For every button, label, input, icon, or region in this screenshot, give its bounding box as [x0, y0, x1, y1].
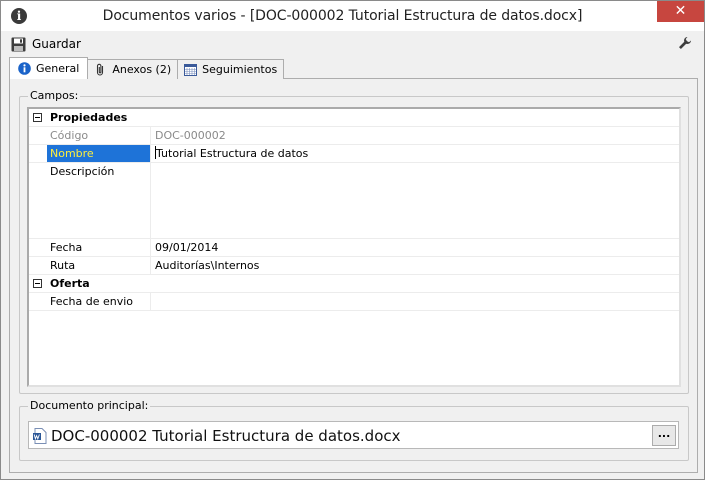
category-row-oferta[interactable]: Oferta: [29, 275, 679, 293]
property-row-codigo[interactable]: Código DOC-000002: [29, 127, 679, 145]
property-row-descripcion[interactable]: Descripción: [29, 163, 679, 239]
property-value-editor[interactable]: Tutorial Estructura de datos: [151, 145, 679, 162]
property-name: Ruta: [47, 257, 151, 274]
tab-label: Seguimientos: [202, 63, 278, 76]
property-value[interactable]: 09/01/2014: [151, 239, 679, 256]
main-document-filename: DOC-000002 Tutorial Estructura de datos.…: [51, 427, 401, 445]
document-window: i Documentos varios - [DOC-000002 Tutori…: [0, 0, 705, 480]
toolbar: Guardar: [1, 31, 704, 55]
property-value: DOC-000002: [155, 129, 226, 142]
main-document-label: Documento principal:: [28, 399, 151, 412]
property-name: Descripción: [47, 163, 151, 238]
close-button[interactable]: ✕: [657, 1, 704, 22]
category-row-propiedades[interactable]: Propiedades: [29, 109, 679, 127]
tab-seguimientos[interactable]: Seguimientos: [177, 59, 285, 79]
property-row-nombre[interactable]: Nombre Tutorial Estructura de datos: [29, 145, 679, 163]
tab-general[interactable]: General: [9, 57, 89, 79]
tab-strip: General Anexos (2) Seguimientos: [9, 57, 285, 79]
floppy-disk-icon: [11, 37, 26, 51]
property-value[interactable]: [151, 293, 679, 310]
save-button[interactable]: Guardar: [11, 35, 81, 53]
property-row-fecha-envio[interactable]: Fecha de envio: [29, 293, 679, 311]
property-name: Código: [47, 127, 151, 144]
save-label: Guardar: [32, 37, 81, 51]
collapse-icon[interactable]: [33, 279, 42, 288]
main-document-field[interactable]: DOC-000002 Tutorial Estructura de datos.…: [28, 421, 679, 449]
window-title: Documentos varios - [DOC-000002 Tutorial…: [102, 8, 583, 24]
word-document-icon: [33, 428, 47, 444]
title-bar[interactable]: i Documentos varios - [DOC-000002 Tutori…: [1, 1, 704, 31]
property-row-fecha[interactable]: Fecha 09/01/2014: [29, 239, 679, 257]
tab-label: General: [36, 62, 80, 75]
browse-button[interactable]: ...: [652, 425, 676, 446]
property-value-text: Tutorial Estructura de datos: [156, 147, 309, 160]
collapse-icon[interactable]: [33, 113, 42, 122]
property-value[interactable]: [151, 163, 679, 238]
property-name: Nombre: [47, 145, 151, 162]
property-grid: Propiedades Código DOC-000002 Nombre Tut…: [27, 107, 681, 387]
fields-group-label: Campos:: [28, 89, 81, 102]
calendar-icon: [184, 64, 198, 76]
tab-anexos[interactable]: Anexos (2): [87, 59, 179, 79]
property-value[interactable]: Auditorías\Internos: [151, 257, 679, 274]
wrench-icon[interactable]: [678, 36, 692, 50]
property-name: Fecha: [47, 239, 151, 256]
property-row-ruta[interactable]: Ruta Auditorías\Internos: [29, 257, 679, 275]
property-name: Fecha de envio: [47, 293, 151, 310]
tab-label: Anexos (2): [112, 63, 172, 76]
paperclip-icon: [97, 63, 104, 76]
info-icon: [18, 62, 31, 75]
